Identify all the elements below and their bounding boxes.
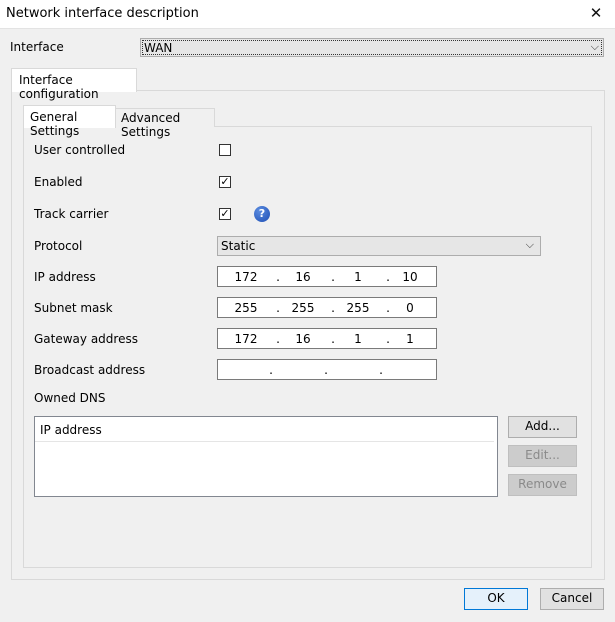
tab-advanced-settings[interactable]: Advanced Settings <box>115 108 215 139</box>
add-dns-button[interactable]: Add... <box>508 416 577 438</box>
ip-octet-3: 255 <box>346 301 370 315</box>
ip-octet-4: 10 <box>402 270 418 284</box>
interface-select[interactable]: WAN ⌵ <box>140 38 604 57</box>
ip-address-field[interactable]: 172 . 16 . 1 . 10 <box>217 266 437 287</box>
ip-octet-4: 1 <box>406 332 414 346</box>
ip-octet-2: 255 <box>291 301 315 315</box>
ip-dot: . <box>324 363 328 377</box>
owned-dns-label: Owned DNS <box>34 391 106 405</box>
ip-dot: . <box>386 332 390 346</box>
enabled-checkbox[interactable]: ✓ <box>219 176 231 188</box>
ip-dot: . <box>386 301 390 315</box>
ip-dot: . <box>331 332 335 346</box>
chevron-down-icon: ⌵ <box>525 238 534 251</box>
protocol-label: Protocol <box>34 239 83 253</box>
title-bar: Network interface description ✕ <box>0 0 615 29</box>
tab-label: Interface configuration <box>19 73 99 101</box>
ip-dot: . <box>379 363 383 377</box>
ip-octet-3: 1 <box>354 270 362 284</box>
ip-dot: . <box>331 301 335 315</box>
ip-dot: . <box>331 270 335 284</box>
ip-octet-2: 16 <box>295 270 311 284</box>
track-carrier-label: Track carrier <box>34 207 109 221</box>
protocol-select[interactable]: Static ⌵ <box>217 236 541 256</box>
ip-dot: . <box>276 270 280 284</box>
dns-list-header[interactable]: IP address <box>35 417 494 442</box>
tab-general-settings[interactable]: General Settings <box>23 105 116 138</box>
interface-label: Interface <box>10 40 64 54</box>
help-icon[interactable]: ? <box>254 206 270 222</box>
close-icon[interactable]: ✕ <box>585 2 607 24</box>
tab-label: Advanced Settings <box>121 111 181 139</box>
remove-dns-button[interactable]: Remove <box>508 474 577 496</box>
ip-dot: . <box>276 332 280 346</box>
subnet-mask-field[interactable]: 255 . 255 . 255 . 0 <box>217 297 437 318</box>
chevron-down-icon: ⌵ <box>590 40 599 53</box>
enabled-label: Enabled <box>34 175 83 189</box>
dns-list[interactable]: IP address <box>34 416 498 497</box>
tab-label: General Settings <box>30 110 80 138</box>
column-header-ip-address: IP address <box>40 423 102 437</box>
ip-dot: . <box>269 363 273 377</box>
ip-dot: . <box>276 301 280 315</box>
subnet-mask-label: Subnet mask <box>34 301 113 315</box>
ip-octet-1: 172 <box>234 270 258 284</box>
user-controlled-label: User controlled <box>34 143 126 157</box>
gateway-address-field[interactable]: 172 . 16 . 1 . 1 <box>217 328 437 349</box>
user-controlled-checkbox[interactable] <box>219 144 231 156</box>
ip-octet-1: 172 <box>234 332 258 346</box>
ip-octet-3: 1 <box>354 332 362 346</box>
gateway-address-label: Gateway address <box>34 332 138 346</box>
edit-dns-button[interactable]: Edit... <box>508 445 577 467</box>
ip-octet-2: 16 <box>295 332 311 346</box>
interface-value: WAN <box>144 41 173 55</box>
tab-interface-configuration[interactable]: Interface configuration <box>11 68 137 101</box>
broadcast-address-label: Broadcast address <box>34 363 146 377</box>
ip-octet-4: 0 <box>406 301 414 315</box>
ok-button[interactable]: OK <box>464 588 528 610</box>
cancel-button[interactable]: Cancel <box>540 588 604 610</box>
protocol-value: Static <box>221 239 256 253</box>
broadcast-address-field[interactable]: . . . <box>217 359 437 380</box>
ip-dot: . <box>386 270 390 284</box>
ip-address-label: IP address <box>34 270 96 284</box>
ip-octet-1: 255 <box>234 301 258 315</box>
window-title: Network interface description <box>6 6 199 21</box>
track-carrier-checkbox[interactable]: ✓ <box>219 208 231 220</box>
